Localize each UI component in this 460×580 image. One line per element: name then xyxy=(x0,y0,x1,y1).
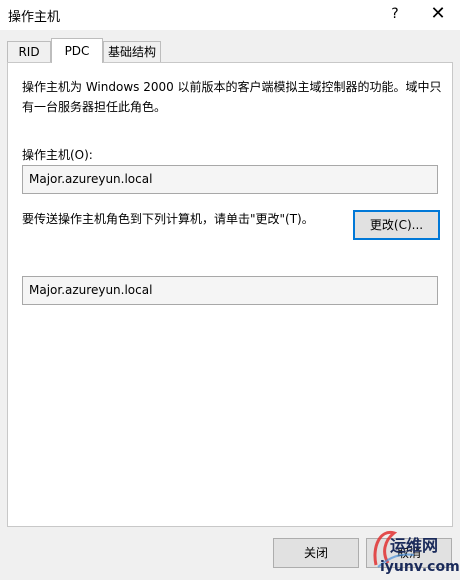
watermark-swoosh-icon: 运维网 iyunv.com xyxy=(373,530,460,575)
tab-infrastructure[interactable]: 基础结构 xyxy=(103,41,161,62)
watermark-logo: 运维网 iyunv.com xyxy=(370,507,460,577)
watermark-brand: 运维网 xyxy=(390,536,438,555)
watermark-site: iyunv.com xyxy=(380,559,460,575)
tab-rid[interactable]: RID xyxy=(7,41,51,62)
window-title: 操作主机 xyxy=(8,10,61,25)
role-description: 操作主机为 Windows 2000 以前版本的客户端模拟主域控制器的功能。域中… xyxy=(22,80,442,114)
help-button[interactable]: ? xyxy=(380,0,410,30)
close-icon[interactable]: ✕ xyxy=(420,0,456,30)
owner-label: 操作主机(O): xyxy=(22,148,93,162)
close-button[interactable]: 关闭 xyxy=(273,538,359,568)
target-computer-field[interactable]: Major.azureyun.local xyxy=(22,276,438,305)
transfer-instruction: 要传送操作主机角色到下列计算机，请单击"更改"(T)。 xyxy=(22,212,314,226)
change-button[interactable]: 更改(C)... xyxy=(353,210,440,240)
title-bar: 操作主机 ? ✕ xyxy=(0,0,460,30)
tab-pdc[interactable]: PDC xyxy=(51,38,103,63)
current-owner-field[interactable]: Major.azureyun.local xyxy=(22,165,438,194)
pdc-tab-panel: 操作主机为 Windows 2000 以前版本的客户端模拟主域控制器的功能。域中… xyxy=(7,62,453,527)
